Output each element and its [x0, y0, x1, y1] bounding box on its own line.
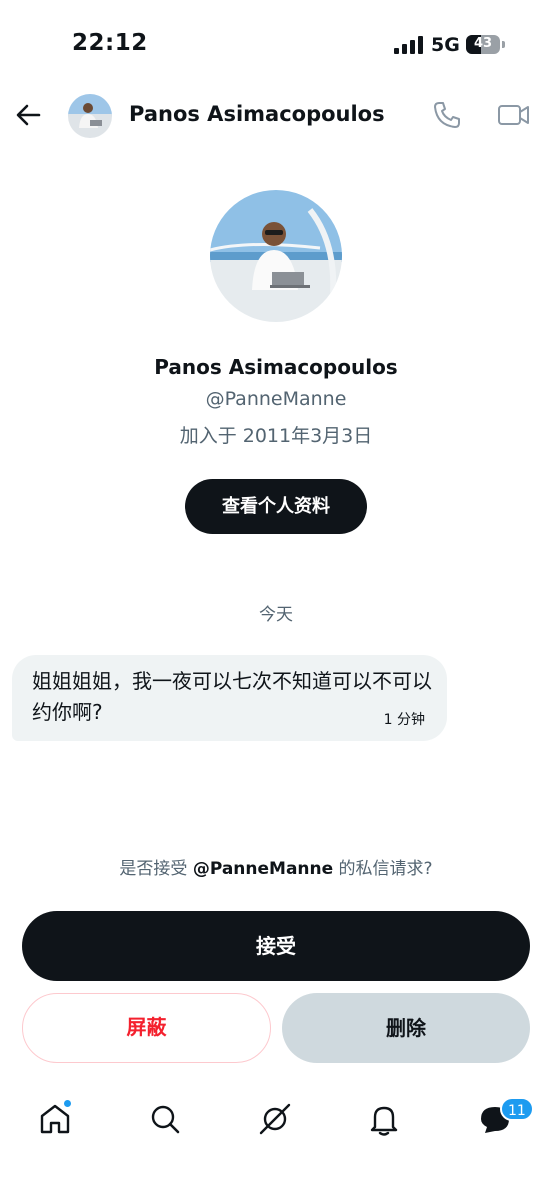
view-profile-button[interactable]: 查看个人资料	[185, 479, 367, 534]
video-call-button[interactable]	[497, 100, 531, 130]
tab-search[interactable]	[145, 1099, 185, 1139]
back-button[interactable]	[12, 98, 46, 132]
profile-handle: @PanneManne	[205, 388, 347, 410]
date-separator: 今天	[259, 605, 293, 625]
avatar-photo	[68, 94, 112, 138]
profile-avatar[interactable]	[210, 190, 342, 322]
profile-joined-date: 加入于 2011年3月3日	[179, 425, 373, 447]
signal-icon	[394, 36, 424, 54]
message-text: 姐姐姐姐，我一夜可以七次不知道可以不可以约你啊?	[32, 669, 432, 724]
accept-button[interactable]: 接受	[22, 911, 530, 981]
prompt-suffix: 的私信请求?	[333, 859, 433, 879]
status-bar: 22:12 5G 43	[0, 0, 552, 90]
tab-grok[interactable]	[255, 1099, 295, 1139]
header-avatar[interactable]	[68, 94, 112, 138]
tab-home[interactable]	[35, 1099, 75, 1139]
battery-tip	[502, 41, 505, 48]
video-camera-icon	[498, 105, 529, 125]
bottom-tab-bar	[0, 1085, 552, 1155]
tab-notifications[interactable]	[364, 1099, 404, 1139]
prompt-prefix: 是否接受	[119, 859, 193, 879]
block-button[interactable]: 屏蔽	[22, 993, 271, 1063]
search-icon	[151, 1105, 180, 1134]
phone-icon	[434, 102, 460, 128]
battery-icon: 43	[466, 35, 500, 54]
message-time: 1 分钟	[383, 712, 425, 728]
bell-icon	[370, 1106, 398, 1136]
call-button[interactable]	[432, 100, 462, 130]
avatar-photo	[210, 190, 342, 322]
message-request-prompt: 是否接受 @PanneManne 的私信请求?	[0, 854, 552, 879]
delete-button[interactable]: 删除	[282, 993, 530, 1063]
arrow-left-icon	[16, 104, 41, 126]
conversation-header: Panos Asimacopoulos	[0, 90, 552, 144]
status-time: 22:12	[72, 30, 148, 56]
header-name[interactable]: Panos Asimacopoulos	[129, 102, 385, 126]
home-notification-dot	[63, 1099, 72, 1108]
profile-name: Panos Asimacopoulos	[154, 355, 398, 379]
messages-badge: 11	[500, 1097, 534, 1121]
battery-level: 43	[473, 36, 493, 51]
prompt-handle: @PanneManne	[192, 859, 334, 879]
network-type: 5G	[431, 34, 460, 56]
message-bubble[interactable]: 姐姐姐姐，我一夜可以七次不知道可以不可以约你啊? 1 分钟	[12, 655, 447, 741]
grok-icon	[259, 1103, 291, 1135]
